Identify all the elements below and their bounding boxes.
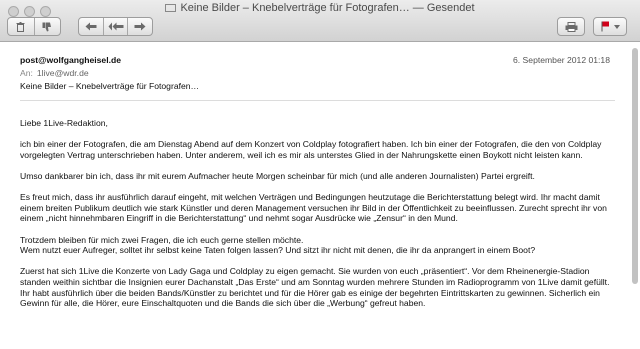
envelope-icon [165, 4, 177, 12]
body-paragraph: Es freut mich, dass ihr ausführlich dara… [20, 192, 607, 224]
scrollbar-thumb[interactable] [632, 48, 638, 284]
body-paragraph: Zuerst hat sich 1Live die Konzerte von L… [20, 266, 610, 309]
message-view: post@wolfgangheisel.de 6. September 2012… [0, 43, 627, 349]
to-label: An: [20, 68, 33, 78]
delete-button[interactable] [8, 18, 34, 35]
reply-arrow-icon [85, 22, 97, 31]
header-divider [20, 100, 615, 101]
recipient-line: An: 1live@wdr.de [20, 67, 615, 80]
chevron-down-icon [613, 24, 620, 29]
forward-arrow-icon [134, 22, 146, 31]
thumbs-down-icon [42, 22, 52, 31]
body-paragraph: Trotzdem bleiben für mich zwei Fragen, d… [20, 235, 618, 256]
flag-icon [601, 21, 609, 32]
reply-button[interactable] [79, 18, 103, 35]
message-header: post@wolfgangheisel.de 6. September 2012… [20, 54, 615, 93]
message-subject: Keine Bilder – Knebelverträge für Fotogr… [20, 81, 200, 91]
window-title-text: Keine Bilder – Knebelverträge für Fotogr… [180, 2, 475, 14]
body-line: Wem nutzt euer Aufreger, solltet ihr sel… [20, 245, 536, 256]
delete-junk-group [7, 17, 61, 36]
reply-all-button[interactable] [102, 18, 128, 35]
window-title: Keine Bilder – Knebelverträge für Fotogr… [0, 2, 640, 14]
toolbar [0, 17, 640, 37]
message-body: Liebe 1Live-Redaktion, ich bin einer der… [20, 118, 618, 319]
body-paragraph: ich bin einer der Fotografen, die am Die… [20, 139, 602, 160]
flag-button[interactable] [593, 17, 627, 36]
junk-button[interactable] [33, 18, 61, 35]
body-paragraph: Umso dankbarer bin ich, dass ihr mit eur… [20, 170, 535, 181]
body-greeting: Liebe 1Live-Redaktion, [20, 118, 108, 128]
print-button[interactable] [557, 17, 585, 36]
message-date: 6. September 2012 01:18 [513, 55, 610, 65]
forward-button[interactable] [127, 18, 152, 35]
vertical-scrollbar[interactable] [630, 46, 638, 346]
reply-group [78, 17, 153, 36]
reply-all-arrow-icon [108, 22, 123, 31]
recipient-address[interactable]: 1live@wdr.de [37, 68, 89, 78]
trash-icon [16, 21, 25, 32]
body-line: Trotzdem bleiben für mich zwei Fragen, d… [20, 234, 304, 245]
printer-icon [565, 21, 577, 32]
window-titlebar: Keine Bilder – Knebelverträge für Fotogr… [0, 0, 640, 42]
